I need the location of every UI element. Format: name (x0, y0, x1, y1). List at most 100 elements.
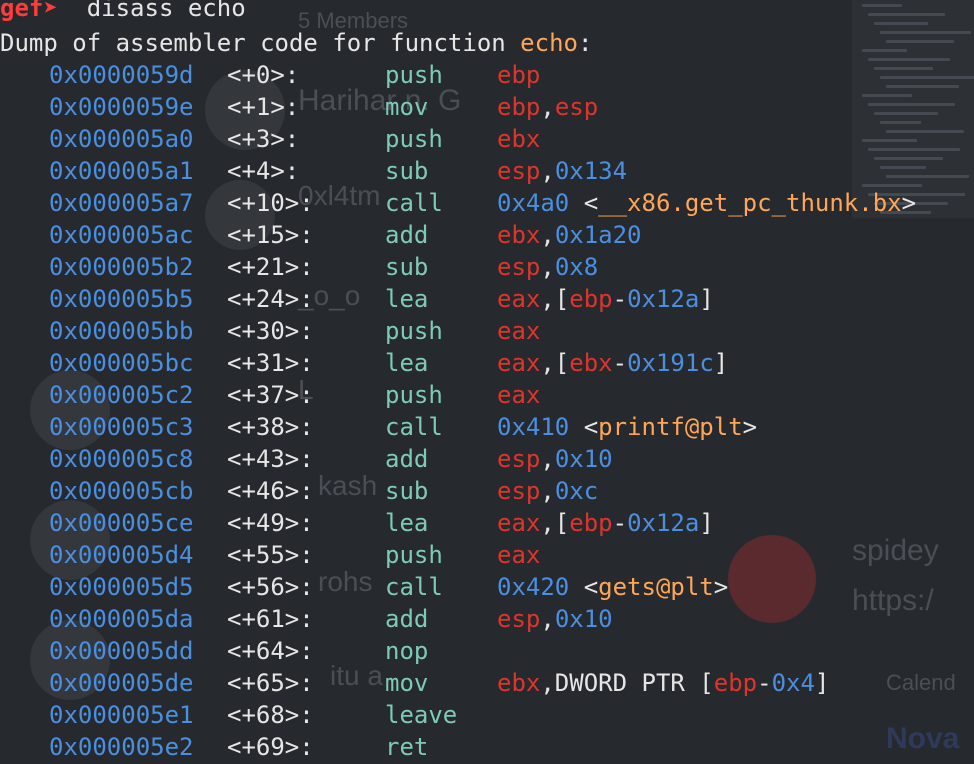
operand-token: 0x410 (497, 413, 570, 441)
operand-token: > (713, 573, 729, 601)
instruction-operands: eax (497, 379, 540, 411)
instruction-mnemonic: nop (385, 637, 429, 665)
instruction-mnemonic: add (385, 605, 429, 633)
operand-token: ebx (497, 669, 541, 697)
operand-token: < (569, 573, 599, 601)
operand-token: esp (497, 605, 541, 633)
instruction-address: 0x000005ac (49, 221, 194, 249)
instruction-operands: esp,0x10 (497, 443, 613, 475)
operand-token: < (569, 189, 599, 217)
instruction-offset: <+4>: (227, 157, 300, 185)
instruction-operands: esp,0x10 (497, 603, 613, 635)
instruction-address: 0x000005cb (49, 477, 194, 505)
operand-token: 0x10 (554, 605, 613, 633)
instruction-operands: esp,0x134 (497, 155, 627, 187)
operand-token: ebx (497, 221, 541, 249)
instruction-mnemonic: lea (385, 349, 429, 377)
operand-token: ,[ (540, 349, 570, 377)
operand-token: 0xc (554, 477, 599, 505)
instruction-offset: <+24>: (227, 285, 314, 313)
instruction-operands: ebp (497, 59, 540, 91)
instruction-offset: <+38>: (227, 413, 314, 441)
instruction-offset: <+31>: (227, 349, 314, 377)
instruction-mnemonic: call (385, 413, 443, 441)
operand-token: , (540, 93, 555, 121)
instruction-mnemonic: mov (385, 93, 429, 121)
instruction-offset: <+64>: (227, 637, 314, 665)
instruction-offset: <+56>: (227, 573, 314, 601)
instruction-operands: eax (497, 315, 540, 347)
instruction-address: 0x000005b5 (49, 285, 194, 313)
operand-token: ,[ (540, 509, 570, 537)
instruction-address: 0x000005e1 (49, 701, 194, 729)
instruction-address: 0x000005da (49, 605, 194, 633)
instruction-operands: esp,0xc (497, 475, 598, 507)
instruction-address: 0x000005d5 (49, 573, 194, 601)
operand-token: 0x8 (554, 253, 599, 281)
operand-token: eax (497, 381, 541, 409)
instruction-operands: 0x4a0 <__x86.get_pc_thunk.bx> (497, 187, 916, 219)
instruction-operands: eax (497, 539, 540, 571)
operand-token: ] (699, 509, 714, 537)
instruction-mnemonic: mov (385, 669, 429, 697)
operand-token: 0x191c (627, 349, 714, 377)
instruction-offset: <+55>: (227, 541, 314, 569)
operand-token: esp (497, 157, 541, 185)
operand-token: 0x10 (554, 445, 613, 473)
instruction-address: 0x000005a1 (49, 157, 194, 185)
instruction-address: 0x000005e2 (49, 733, 194, 761)
instruction-offset: <+68>: (227, 701, 314, 729)
instruction-mnemonic: push (385, 381, 443, 409)
command-text: disass echo (86, 0, 246, 22)
operand-token: - (757, 669, 772, 697)
operand-token: - (612, 349, 628, 377)
instruction-address: 0x0000059d (49, 61, 194, 89)
dump-header-prefix: Dump of assembler code for function (0, 29, 521, 57)
operand-token: eax (497, 285, 541, 313)
operand-token: 0x1a20 (554, 221, 642, 249)
instruction-offset: <+37>: (227, 381, 314, 409)
instruction-mnemonic: add (385, 445, 429, 473)
instruction-offset: <+69>: (227, 733, 314, 761)
operand-token: 0x12a (627, 509, 700, 537)
operand-token: eax (497, 349, 541, 377)
instruction-operands: ebp,esp (497, 91, 598, 123)
instruction-mnemonic: lea (385, 285, 429, 313)
operand-token: ,[ (540, 285, 570, 313)
operand-token: eax (497, 509, 541, 537)
operand-token: esp (497, 445, 541, 473)
instruction-mnemonic: call (385, 573, 443, 601)
operand-token: ebx (497, 125, 541, 153)
gef-prompt: gef➤ (0, 0, 58, 22)
operand-token: , (540, 477, 555, 505)
instruction-address: 0x0000059e (49, 93, 194, 121)
operand-token: ] (814, 669, 830, 697)
instruction-address: 0x000005c2 (49, 381, 194, 409)
operand-token: eax (497, 541, 541, 569)
operand-token: > (901, 189, 917, 217)
operand-token: ebp (497, 61, 541, 89)
instruction-mnemonic: lea (385, 509, 429, 537)
instruction-address: 0x000005c3 (49, 413, 194, 441)
instruction-offset: <+30>: (227, 317, 314, 345)
operand-token: ebp (713, 669, 758, 697)
instruction-mnemonic: ret (385, 733, 429, 761)
terminal-window[interactable]: gef➤ disass echo Dump of assembler code … (0, 0, 974, 764)
operand-token: eax (497, 317, 541, 345)
instruction-operands: ebx,0x1a20 (497, 219, 642, 251)
operand-token: esp (497, 477, 541, 505)
operand-token: ] (699, 285, 714, 313)
instruction-offset: <+46>: (227, 477, 314, 505)
instruction-operands: esp,0x8 (497, 251, 598, 283)
operand-token: ebp (569, 509, 613, 537)
instruction-mnemonic: sub (385, 157, 429, 185)
instruction-operands: ebx,DWORD PTR [ebp-0x4] (497, 667, 829, 699)
dump-header-suffix: : (577, 29, 593, 57)
operand-token: esp (497, 253, 541, 281)
instruction-address: 0x000005de (49, 669, 194, 697)
instruction-offset: <+3>: (227, 125, 300, 153)
operand-token: , (540, 605, 555, 633)
instruction-address: 0x000005a0 (49, 125, 194, 153)
instruction-mnemonic: leave (385, 701, 458, 729)
operand-token: esp (554, 93, 599, 121)
